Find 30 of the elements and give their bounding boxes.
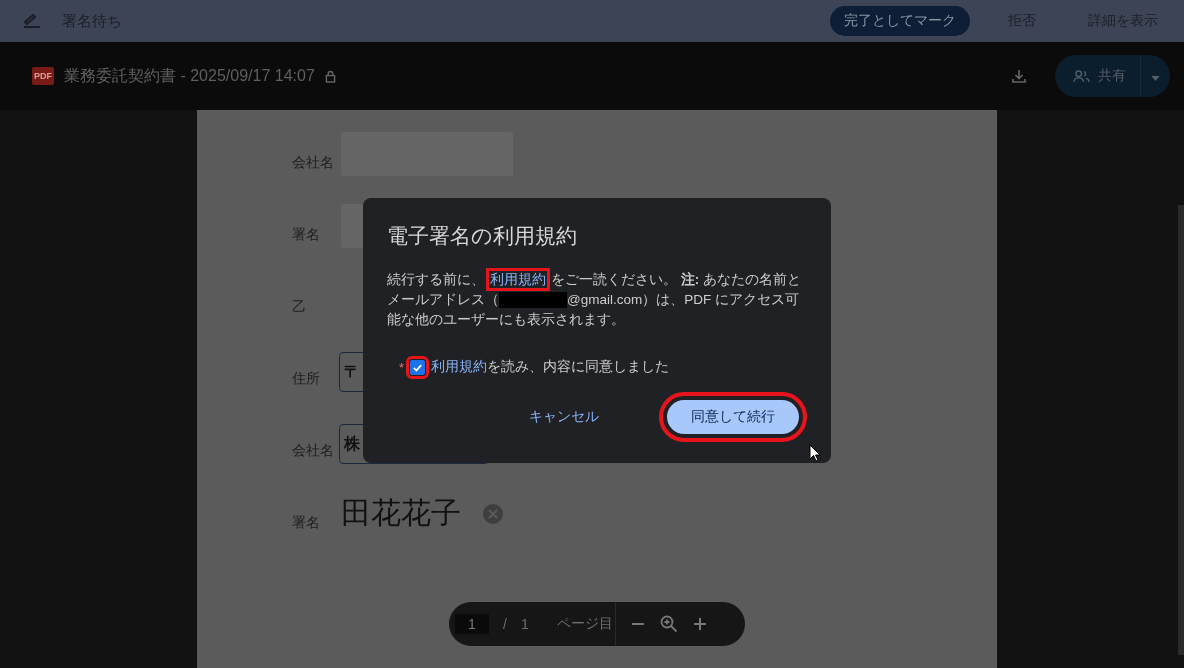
- mouse-cursor-icon: [809, 444, 821, 462]
- field-label: 署名: [292, 514, 321, 532]
- document-title: 業務委託契約書 - 2025/09/17 14:07: [64, 65, 315, 86]
- download-icon[interactable]: [1011, 68, 1027, 84]
- required-mark: *: [399, 359, 405, 375]
- caret-icon: [1151, 75, 1160, 81]
- field-label: 乙: [292, 298, 307, 316]
- dialog-message: 続行する前に、 利用規約 をご一読ください。 注: あなたの名前とメールアドレス（ @gmail.com）は、PDF にアクセス可能な他のユーザーにも表示されます。: [387, 270, 807, 330]
- field-label: 住所: [292, 370, 321, 388]
- field-label: 会社名: [292, 154, 335, 172]
- dialog-title: 電子署名の利用規約: [387, 223, 578, 249]
- cancel-button[interactable]: キャンセル: [505, 400, 623, 434]
- field-label: 会社名: [292, 442, 335, 460]
- lock-icon: [324, 69, 336, 83]
- page-number-field[interactable]: 1: [455, 614, 489, 634]
- pdf-file-icon: PDF: [32, 67, 54, 85]
- zoom-in-icon[interactable]: [691, 616, 708, 632]
- people-icon: [1073, 69, 1090, 83]
- page-unit-label: ページ目: [556, 615, 613, 633]
- consent-label: 利用規約を読み、内容に同意しました: [431, 358, 670, 376]
- field-label: 署名: [292, 226, 321, 244]
- terms-link[interactable]: 利用規約: [431, 358, 488, 374]
- scrollbar[interactable]: [1178, 205, 1184, 655]
- header-action-button[interactable]: 完了としてマーク: [830, 6, 970, 36]
- redaction-block: [499, 292, 567, 309]
- zoom-icon[interactable]: [659, 615, 678, 633]
- signature-pen-icon: [22, 13, 42, 29]
- signature-text: 田花花子: [341, 495, 461, 531]
- page-separator: /: [503, 616, 507, 632]
- page-total: 1: [520, 616, 529, 632]
